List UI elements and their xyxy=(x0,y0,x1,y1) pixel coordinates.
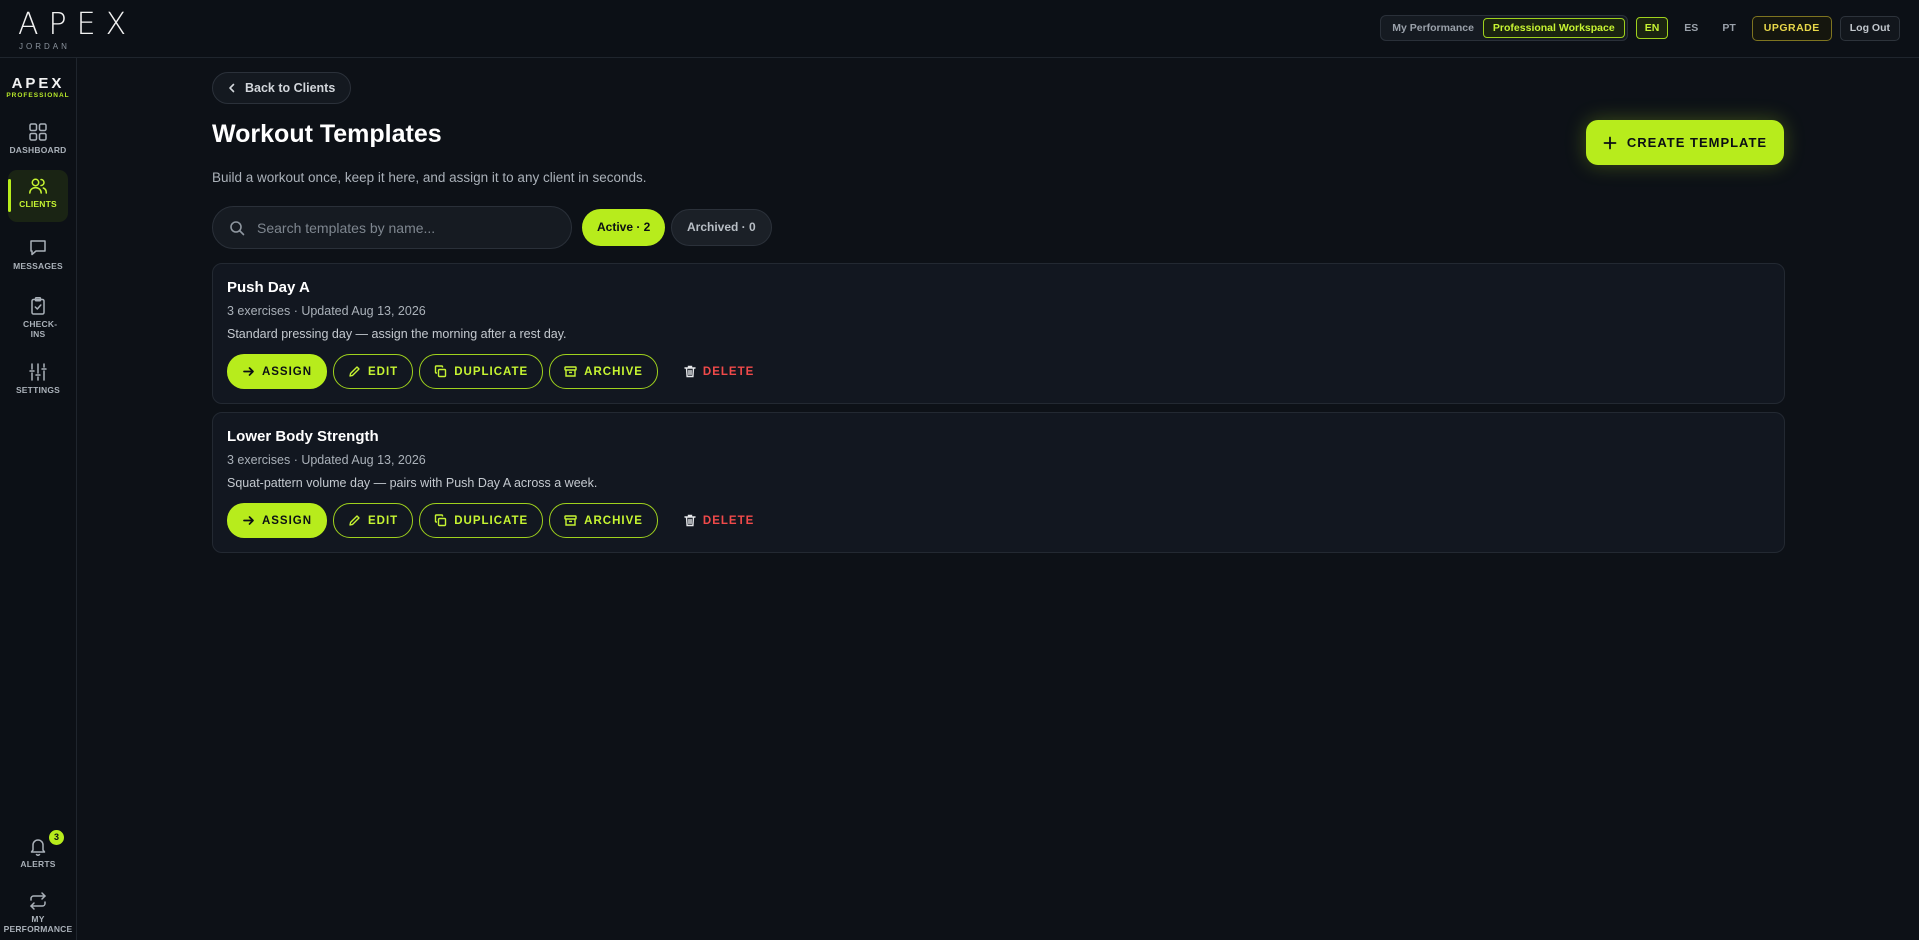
professional-workspace-toggle[interactable]: Professional Workspace xyxy=(1482,18,1625,38)
sidebar-item-checkins[interactable]: CHECK-INS xyxy=(8,290,68,346)
sidebar-item-label: CHECK-INS xyxy=(23,319,58,339)
pencil-icon xyxy=(349,366,360,377)
copy-icon xyxy=(435,514,447,527)
sidebar-item-dashboard[interactable]: DASHBOARD xyxy=(8,116,68,160)
template-title: Push Day A xyxy=(227,279,310,296)
create-template-button[interactable]: CREATE TEMPLATE xyxy=(1586,120,1784,165)
sidebar-item-label: ALERTS xyxy=(20,859,56,869)
search-placeholder: Search templates by name... xyxy=(257,219,436,236)
lang-en-button[interactable]: EN xyxy=(1635,17,1669,39)
sidebar-brand-subtitle: PROFESSIONAL xyxy=(6,92,70,99)
lang-es-button[interactable]: ES xyxy=(1676,17,1706,39)
sliders-icon xyxy=(29,363,47,381)
template-card: Push Day A 3 exercises · Updated Aug 13,… xyxy=(212,263,1785,404)
sidebar-item-label: DASHBOARD xyxy=(9,145,67,155)
sidebar-item-label: CLIENTS xyxy=(19,199,57,209)
back-to-clients-button[interactable]: Back to Clients xyxy=(212,72,352,104)
pencil-icon xyxy=(349,515,360,526)
template-description: Squat-pattern volume day — pairs with Pu… xyxy=(227,476,598,490)
assign-button[interactable]: ASSIGN xyxy=(227,503,327,538)
duplicate-label: DUPLICATE xyxy=(454,514,529,527)
assign-label: ASSIGN xyxy=(261,514,313,527)
trash-icon xyxy=(684,514,696,527)
sidebar-item-label: MESSAGES xyxy=(13,261,63,271)
delete-label: DELETE xyxy=(702,514,755,527)
clipboard-check-icon xyxy=(31,297,45,315)
archive-button[interactable]: ARCHIVE xyxy=(549,354,658,389)
search-input[interactable]: Search templates by name... xyxy=(212,206,572,249)
archive-label: ARCHIVE xyxy=(584,514,643,527)
sidebar-item-clients[interactable]: CLIENTS xyxy=(8,170,68,222)
back-button-label: Back to Clients xyxy=(245,81,336,95)
my-performance-toggle[interactable]: My Performance xyxy=(1383,18,1483,38)
create-template-label: CREATE TEMPLATE xyxy=(1626,135,1768,150)
upgrade-button[interactable]: UPGRADE xyxy=(1751,15,1832,41)
top-actions: My Performance Professional Workspace EN… xyxy=(1380,15,1900,41)
workspace-switch: My Performance Professional Workspace xyxy=(1380,15,1628,41)
sidebar-item-label: MY PERFORMANCE xyxy=(3,914,73,934)
plus-icon xyxy=(1603,136,1617,149)
filter-archived-tab[interactable]: Archived · 0 xyxy=(671,209,772,246)
logout-button[interactable]: Log Out xyxy=(1839,15,1900,41)
brand-logo[interactable]: APEX JORDAN xyxy=(18,7,137,52)
edit-label: EDIT xyxy=(368,514,399,527)
duplicate-button[interactable]: DUPLICATE xyxy=(419,354,544,389)
edit-button[interactable]: EDIT xyxy=(333,354,414,389)
duplicate-button[interactable]: DUPLICATE xyxy=(419,503,544,538)
logo-text: APEX xyxy=(18,7,137,42)
copy-icon xyxy=(435,365,447,378)
template-description: Standard pressing day — assign the morni… xyxy=(227,327,567,341)
sidebar-item-label: SETTINGS xyxy=(15,385,61,395)
message-icon xyxy=(30,240,46,256)
sidebar-brand: APEX PROFESSIONAL xyxy=(0,76,76,100)
lang-pt-button[interactable]: PT xyxy=(1714,17,1743,39)
sidebar: APEX PROFESSIONAL DASHBOARD CLIENTS MESS… xyxy=(0,58,77,940)
archive-icon xyxy=(564,366,577,377)
delete-button[interactable]: DELETE xyxy=(664,503,768,538)
filter-active-tab[interactable]: Active · 2 xyxy=(582,209,666,246)
template-card: Lower Body Strength 3 exercises · Update… xyxy=(212,412,1785,553)
page-title: Workout Templates xyxy=(212,120,442,148)
assign-button[interactable]: ASSIGN xyxy=(227,354,327,389)
arrow-right-icon xyxy=(243,367,254,376)
template-actions: ASSIGN EDIT DUPLICATE ARCHIVE DELETE xyxy=(227,354,768,389)
top-bar: APEX JORDAN My Performance Professional … xyxy=(0,0,1919,58)
sidebar-brand-title: APEX xyxy=(11,75,65,92)
sidebar-item-messages[interactable]: MESSAGES xyxy=(8,232,68,276)
users-icon xyxy=(29,178,48,194)
template-meta: 3 exercises · Updated Aug 13, 2026 xyxy=(227,304,426,318)
archive-button[interactable]: ARCHIVE xyxy=(549,503,658,538)
arrow-right-icon xyxy=(243,516,254,525)
duplicate-label: DUPLICATE xyxy=(454,365,529,378)
alerts-badge: 3 xyxy=(49,830,64,845)
user-name: JORDAN xyxy=(19,42,70,51)
template-title: Lower Body Strength xyxy=(227,428,379,445)
swap-icon xyxy=(30,892,46,910)
sidebar-item-settings[interactable]: SETTINGS xyxy=(8,356,68,400)
sidebar-item-my-performance[interactable]: MY PERFORMANCE xyxy=(4,885,72,939)
archive-icon xyxy=(564,515,577,526)
edit-label: EDIT xyxy=(368,365,399,378)
page-subtitle: Build a workout once, keep it here, and … xyxy=(212,170,647,185)
template-actions: ASSIGN EDIT DUPLICATE ARCHIVE DELETE xyxy=(227,503,768,538)
sidebar-item-alerts[interactable]: 3 ALERTS xyxy=(8,830,68,876)
delete-label: DELETE xyxy=(702,365,755,378)
edit-button[interactable]: EDIT xyxy=(333,503,414,538)
search-icon xyxy=(230,220,245,235)
assign-label: ASSIGN xyxy=(261,365,313,378)
grid-icon xyxy=(29,123,47,141)
trash-icon xyxy=(684,365,696,378)
bell-icon xyxy=(30,839,46,856)
delete-button[interactable]: DELETE xyxy=(664,354,768,389)
archive-label: ARCHIVE xyxy=(584,365,643,378)
chevron-left-icon xyxy=(229,83,235,93)
template-meta: 3 exercises · Updated Aug 13, 2026 xyxy=(227,453,426,467)
